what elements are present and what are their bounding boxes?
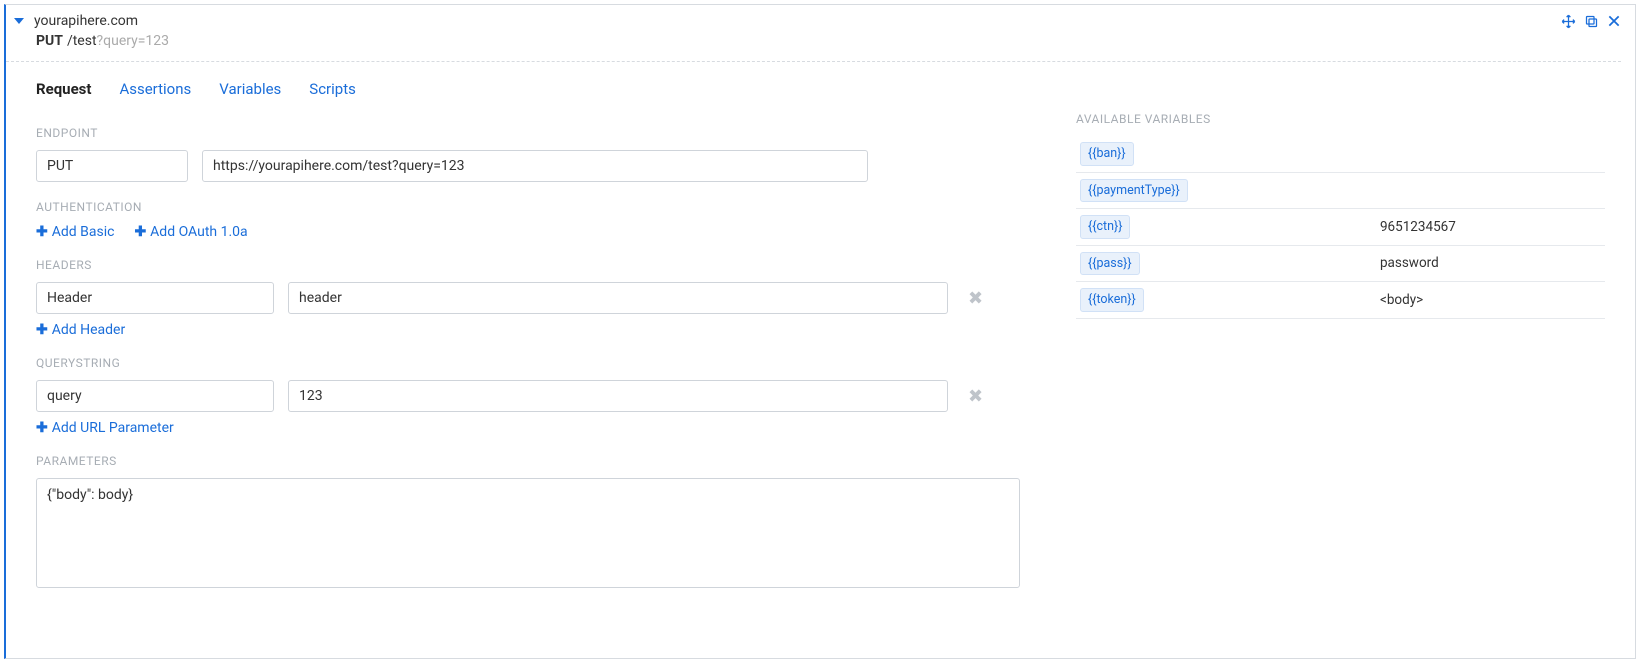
api-step-panel: yourapihere.com PUT/test?query=123 Reque… <box>4 4 1636 659</box>
var-pill[interactable]: {{ban}} <box>1080 142 1134 166</box>
var-pill[interactable]: {{token}} <box>1080 288 1144 312</box>
add-basic-auth-button[interactable]: ✚Add Basic <box>36 224 114 240</box>
var-pill[interactable]: {{pass}} <box>1080 252 1140 276</box>
tab-bar: Request Assertions Variables Scripts <box>6 62 1635 108</box>
query-value-input[interactable] <box>288 380 948 412</box>
add-header-label: Add Header <box>52 322 126 338</box>
var-value <box>1360 136 1605 172</box>
var-row: {{token}} <body> <box>1076 282 1605 319</box>
add-basic-label: Add Basic <box>52 224 115 240</box>
close-icon[interactable] <box>1607 14 1621 29</box>
header-value-input[interactable] <box>288 282 948 314</box>
panel-actions <box>1561 14 1621 29</box>
tab-assertions[interactable]: Assertions <box>119 80 191 98</box>
request-summary: PUT/test?query=123 <box>6 33 1621 62</box>
section-authentication-label: AUTHENTICATION <box>36 200 1036 214</box>
add-oauth-button[interactable]: ✚Add OAuth 1.0a <box>134 224 247 240</box>
panel-title: yourapihere.com <box>34 13 1561 29</box>
add-url-param-label: Add URL Parameter <box>52 420 174 436</box>
var-value: password <box>1360 245 1605 282</box>
url-input[interactable] <box>202 150 868 182</box>
var-row: {{paymentType}} <box>1076 172 1605 209</box>
section-available-vars-label: AVAILABLE VARIABLES <box>1076 112 1605 126</box>
summary-method: PUT <box>36 33 63 49</box>
header-row: ✖ <box>36 282 1036 314</box>
duplicate-icon[interactable] <box>1584 14 1599 29</box>
plus-icon: ✚ <box>36 420 48 436</box>
query-row: ✖ <box>36 380 1036 412</box>
add-header-button[interactable]: ✚Add Header <box>36 322 125 338</box>
tab-request[interactable]: Request <box>36 80 91 98</box>
add-oauth-label: Add OAuth 1.0a <box>150 224 247 240</box>
var-pill[interactable]: {{paymentType}} <box>1080 179 1188 203</box>
section-headers-label: HEADERS <box>36 258 1036 272</box>
parameters-body-textarea[interactable] <box>36 478 1020 588</box>
var-value: 9651234567 <box>1360 209 1605 246</box>
var-value: <body> <box>1360 282 1605 319</box>
http-method-select[interactable] <box>36 150 188 182</box>
var-value <box>1360 172 1605 209</box>
header-key-input[interactable] <box>36 282 274 314</box>
add-url-param-button[interactable]: ✚Add URL Parameter <box>36 420 174 436</box>
available-variables-table: {{ban}} {{paymentType}} {{ctn}} 96512345… <box>1076 136 1605 319</box>
summary-query: ?query=123 <box>97 33 170 49</box>
var-row: {{pass}} password <box>1076 245 1605 282</box>
section-parameters-label: PARAMETERS <box>36 454 1036 468</box>
summary-path: /test <box>67 33 97 49</box>
remove-header-icon[interactable]: ✖ <box>962 288 989 309</box>
plus-icon: ✚ <box>36 322 48 338</box>
var-row: {{ctn}} 9651234567 <box>1076 209 1605 246</box>
var-row: {{ban}} <box>1076 136 1605 172</box>
remove-query-icon[interactable]: ✖ <box>962 386 989 407</box>
panel-header: yourapihere.com <box>6 5 1635 33</box>
query-key-input[interactable] <box>36 380 274 412</box>
move-icon[interactable] <box>1561 14 1576 29</box>
tab-variables[interactable]: Variables <box>219 80 281 98</box>
plus-icon: ✚ <box>36 224 48 240</box>
var-pill[interactable]: {{ctn}} <box>1080 215 1130 239</box>
collapse-caret-icon[interactable] <box>14 18 24 24</box>
tab-scripts[interactable]: Scripts <box>309 80 356 98</box>
section-querystring-label: QUERYSTRING <box>36 356 1036 370</box>
plus-icon: ✚ <box>134 224 146 240</box>
section-endpoint-label: ENDPOINT <box>36 126 1036 140</box>
